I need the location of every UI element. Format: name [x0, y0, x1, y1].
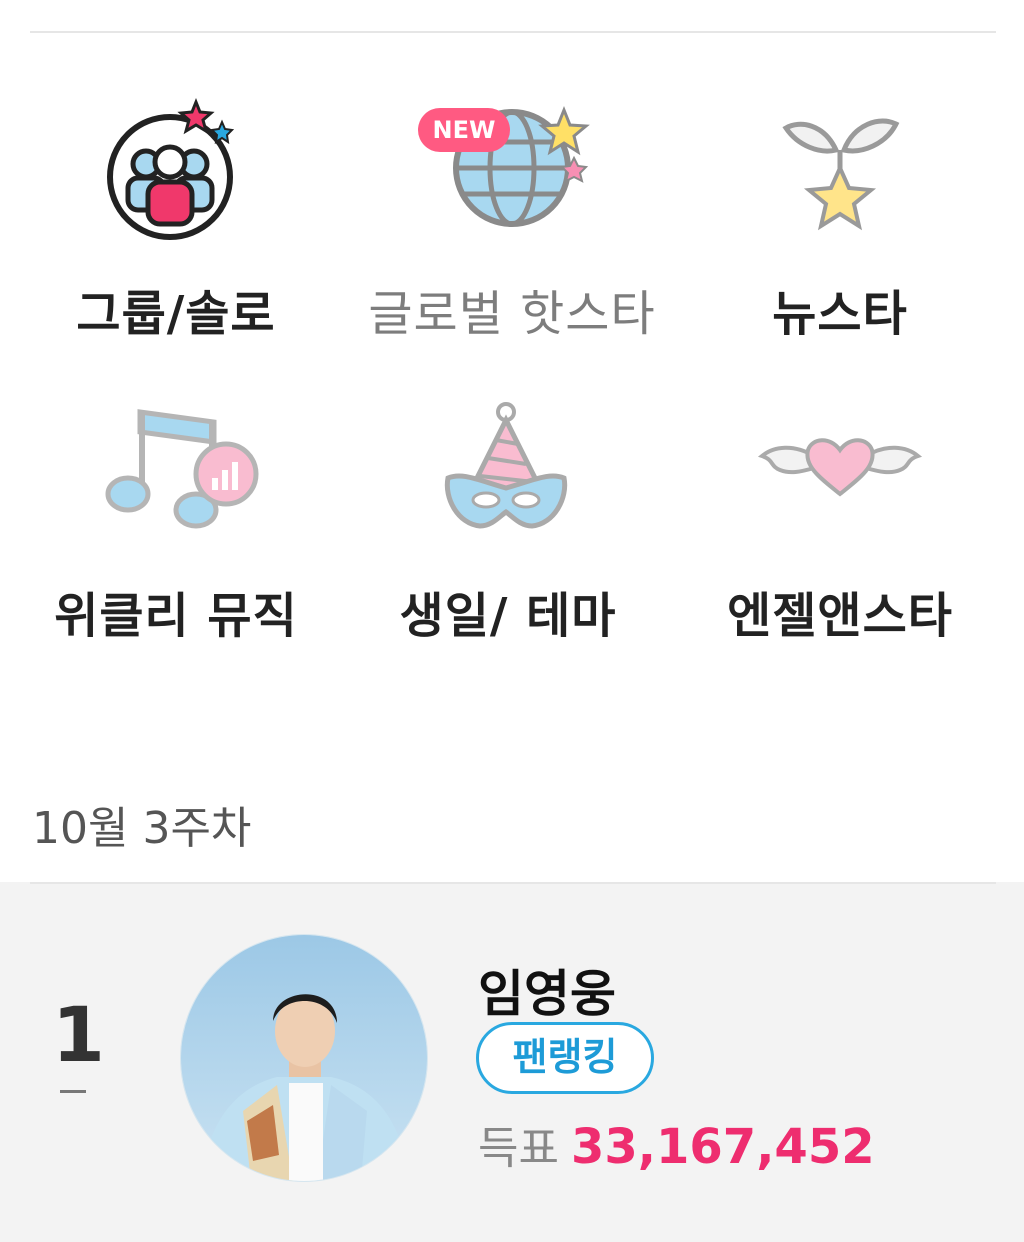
menu-item-label: 뉴스타: [772, 286, 908, 342]
menu-item-global-hotstar[interactable]: NEW 글로벌 핫스타: [342, 80, 682, 380]
globe-icon: NEW: [418, 80, 602, 260]
ranking-list: 1 임영웅 팬랭킹 득표 33,167,452: [0, 882, 1024, 1242]
top-divider: [30, 31, 996, 33]
rank-change-indicator: [60, 1090, 86, 1093]
menu-item-birthday-theme[interactable]: 생일/ 테마: [338, 380, 678, 680]
menu-item-angel-and-star[interactable]: 엔젤앤스타: [670, 380, 1010, 680]
menu-item-label: 글로벌 핫스타: [368, 286, 656, 342]
menu-item-group-solo[interactable]: 그룹/솔로: [6, 80, 346, 380]
music-note-icon: [86, 380, 266, 560]
fan-ranking-button[interactable]: 팬랭킹: [476, 1022, 654, 1094]
vote-value: 33,167,452: [570, 1119, 875, 1175]
vote-count: 득표 33,167,452: [478, 1112, 875, 1176]
menu-item-weekly-music[interactable]: 위클리 뮤직: [6, 380, 346, 680]
vote-label: 득표: [478, 1123, 559, 1174]
week-label: 10월 3주차: [32, 803, 252, 854]
menu-item-label: 엔젤앤스타: [727, 588, 953, 644]
rank-number: 1: [52, 990, 105, 1079]
menu-item-newstar[interactable]: 뉴스타: [670, 80, 1010, 380]
winged-heart-icon: [750, 380, 930, 560]
avatar: [180, 934, 428, 1182]
sprout-star-icon: [750, 80, 930, 260]
menu-item-label: 그룹/솔로: [76, 286, 276, 342]
menu-item-label: 위클리 뮤직: [54, 588, 298, 644]
category-menu: 그룹/솔로 NEW 글로벌 핫스타 뉴스타 위클리 뮤직 생일/ 테마 엔젤앤스…: [0, 80, 1024, 680]
artist-name: 임영웅: [478, 965, 616, 1023]
menu-item-label: 생일/ 테마: [399, 588, 617, 644]
group-solo-icon: [86, 80, 266, 260]
new-badge: NEW: [418, 108, 510, 152]
ranking-row[interactable]: 1 임영웅 팬랭킹 득표 33,167,452: [0, 882, 1024, 1242]
party-hat-mask-icon: [418, 380, 598, 560]
